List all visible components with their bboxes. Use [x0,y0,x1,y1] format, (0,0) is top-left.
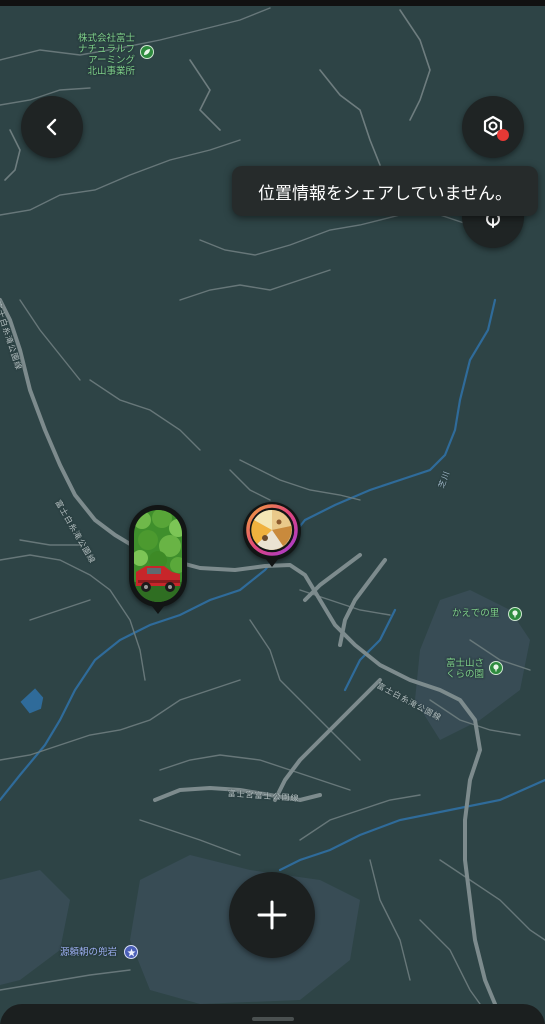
poi-yoritomo-pin[interactable] [124,945,138,959]
poi-sakura-line2: くらの園 [446,669,485,680]
map-screen[interactable]: 富士白糸滝公園線 富士白糸滝公園線 富士白糸滝公園線 富士宮富士公園線 芝川 株… [0,0,545,1024]
poi-company-label: 株式会社富士 ナチュラルフ アーミング 北山事業所 [73,33,135,77]
food-photo-image [246,504,298,556]
bottom-sheet-handle[interactable] [252,1017,294,1021]
tree-icon [512,610,518,618]
leaf-icon [144,49,150,55]
alert-dot [497,129,509,141]
bottom-sheet[interactable] [0,1004,545,1024]
plus-icon [257,900,287,930]
poi-yoritomo-label: 源頼朝の兜岩 [60,947,118,958]
tooltip-text: 位置情報をシェアしていません。 [258,183,512,204]
status-bar [0,0,545,6]
add-post-button[interactable] [229,872,315,958]
car-photo-image [134,510,182,602]
back-button[interactable] [21,96,83,158]
photo-pin-food-tail [265,558,279,567]
location-sharing-tooltip: 位置情報をシェアしていません。 [232,166,538,216]
poi-kaede-label: かえでの里 [452,608,500,619]
star-icon [126,947,136,956]
poi-company-pin[interactable] [140,45,154,59]
chevron-left-icon [46,118,57,136]
poi-company-line1: 株式会社富士 [77,33,135,44]
poi-company-line3: アーミング [88,55,135,66]
poi-company-line4: 北山事業所 [87,66,135,77]
photo-pin-food[interactable] [243,502,301,560]
poi-kaede-pin[interactable] [508,607,522,621]
poi-sakura-label: 富士山さ くらの園 [446,658,484,680]
poi-sakura-line1: 富士山さ [446,658,485,669]
photo-pin-car-tail [151,605,165,614]
photo-pin-car[interactable] [129,505,187,607]
location-settings-button[interactable] [462,96,524,158]
tree-icon [493,664,499,672]
poi-company-line2: ナチュラルフ [77,44,135,55]
poi-sakura-pin[interactable] [489,661,503,675]
photo-thumbnail-car [134,510,182,602]
